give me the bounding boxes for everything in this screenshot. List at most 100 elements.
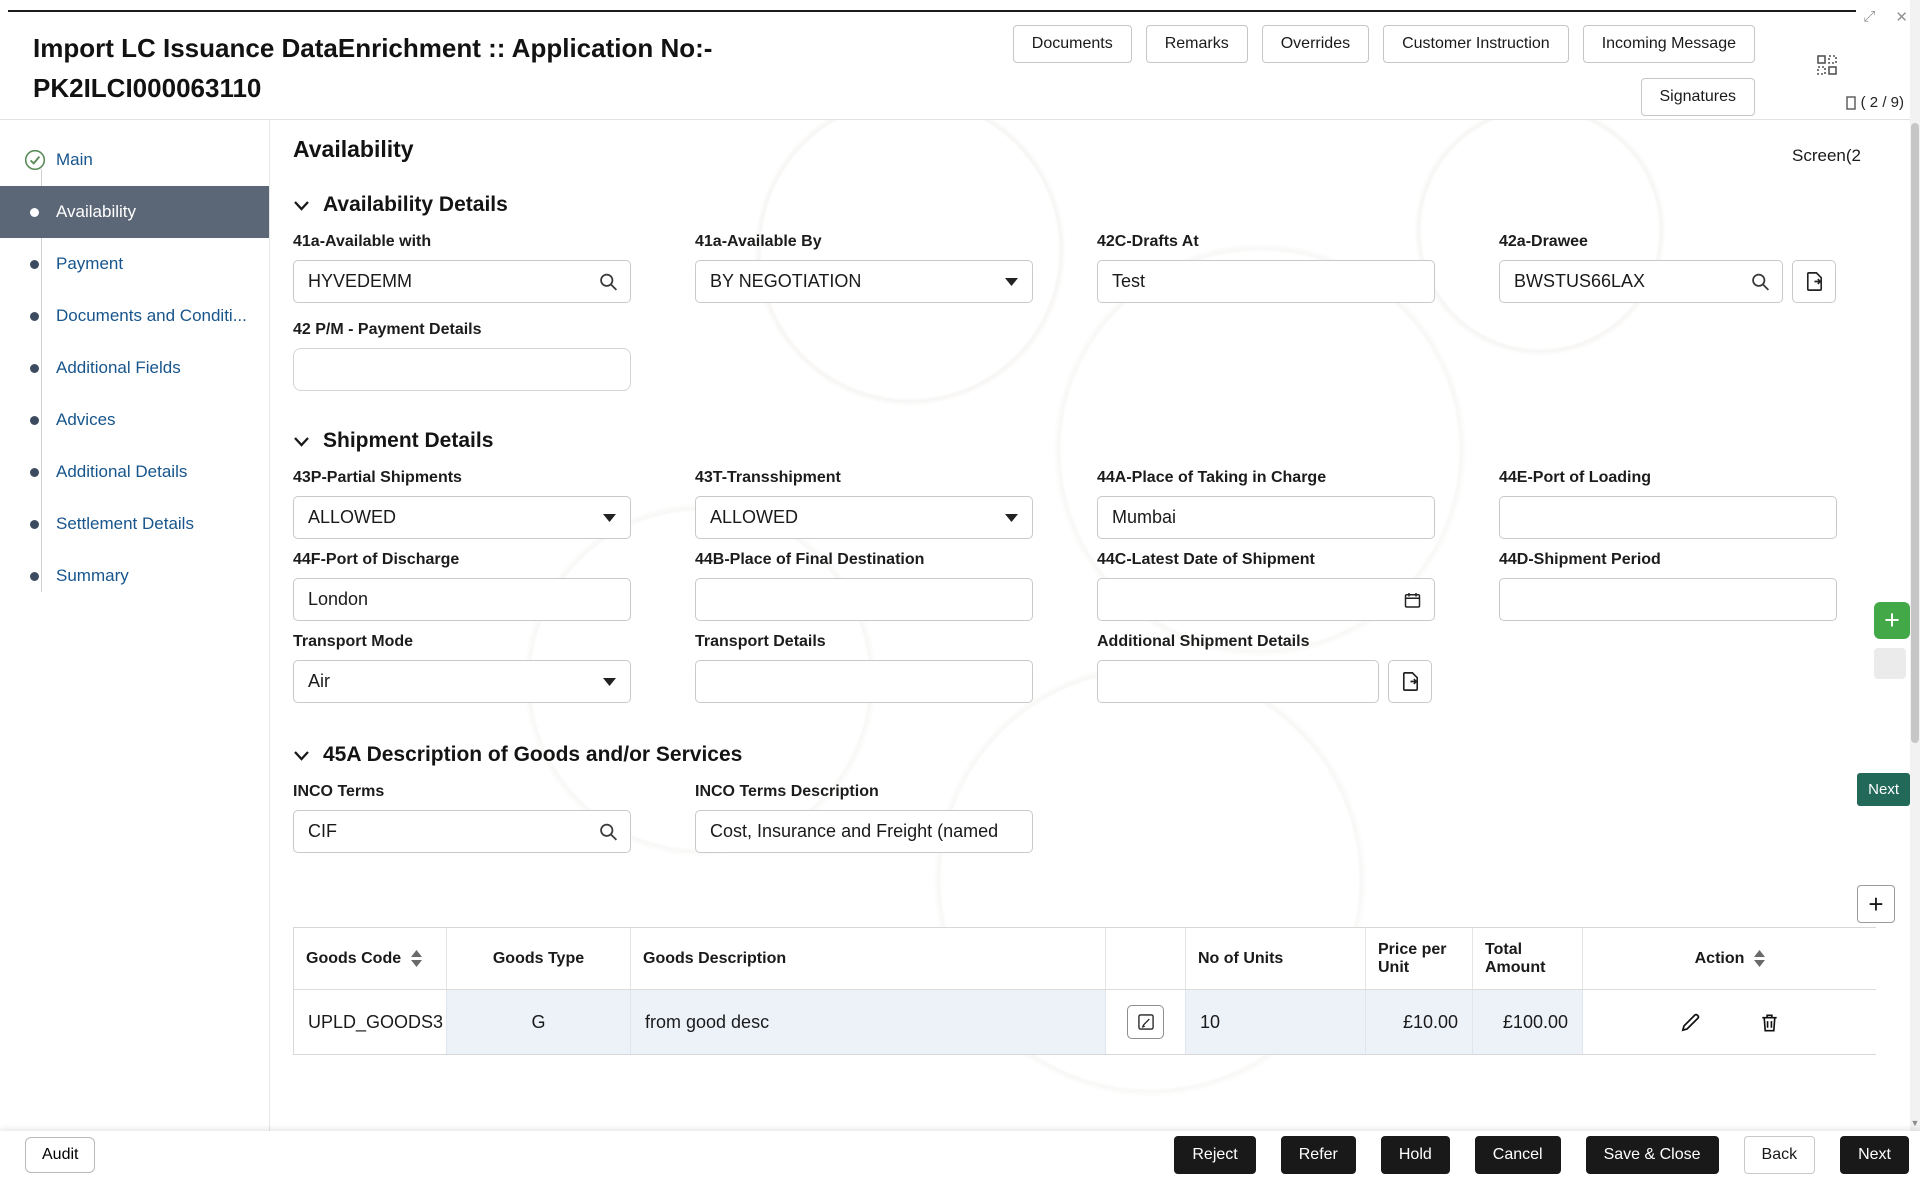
chevron-down-icon — [293, 200, 310, 211]
calendar-icon[interactable] — [1402, 589, 1423, 610]
available-with-label: 41a-Available with — [293, 233, 631, 251]
sidebar-item-main[interactable]: Main — [0, 134, 269, 186]
drafts-at-input[interactable] — [1097, 260, 1435, 303]
field-place-of-taking-in-charge: 44A-Place of Taking in Charge — [1097, 469, 1435, 539]
sidebar: Main Availability Payment Documents and … — [0, 120, 270, 1131]
additional-shipment-details-button[interactable] — [1388, 660, 1432, 703]
transport-details-input[interactable] — [695, 660, 1033, 703]
edit-description-button[interactable] — [1127, 1005, 1164, 1039]
transport-mode-select[interactable]: Air — [293, 660, 631, 703]
column-label: Goods Type — [493, 950, 584, 968]
add-goods-row-button[interactable]: + — [1857, 885, 1895, 923]
sidebar-item-label: Settlement Details — [56, 514, 194, 534]
overrides-button[interactable]: Overrides — [1262, 25, 1369, 63]
scrollbar-down-arrow-icon[interactable]: ▼ — [1910, 1117, 1920, 1129]
column-header-goods-code[interactable]: Goods Code — [294, 928, 447, 989]
signatures-button[interactable]: Signatures — [1641, 78, 1756, 116]
column-header-goods-type: Goods Type — [447, 928, 631, 989]
inco-terms-row: INCO Terms INCO Terms Description — [293, 783, 1910, 853]
add-floating-button[interactable]: + — [1874, 602, 1910, 639]
partial-shipments-select[interactable]: ALLOWED — [293, 496, 631, 539]
sort-icon[interactable] — [411, 950, 422, 967]
port-loading-input[interactable] — [1499, 496, 1837, 539]
sidebar-item-advices[interactable]: Advices — [0, 394, 269, 446]
sidebar-item-label: Additional Fields — [56, 358, 181, 378]
stage-pager-text: ( 2 / 9) — [1861, 94, 1904, 111]
final-destination-label: 44B-Place of Final Destination — [695, 551, 1033, 569]
port-discharge-input[interactable] — [293, 578, 631, 621]
sidebar-item-payment[interactable]: Payment — [0, 238, 269, 290]
step-dot-icon — [30, 312, 39, 321]
documents-button[interactable]: Documents — [1013, 25, 1132, 63]
floating-next-button[interactable]: Next — [1857, 773, 1910, 806]
remarks-button[interactable]: Remarks — [1146, 25, 1248, 63]
vertical-scrollbar[interactable]: ▼ — [1910, 0, 1920, 1131]
field-transport-details: Transport Details — [695, 633, 1033, 703]
sidebar-item-summary[interactable]: Summary — [0, 550, 269, 602]
collapsed-panel-handle[interactable] — [1874, 648, 1906, 679]
close-icon[interactable]: ✕ — [1895, 8, 1908, 26]
payment-details-input[interactable] — [293, 348, 631, 391]
sort-icon[interactable] — [1754, 950, 1765, 967]
taking-charge-input[interactable] — [1097, 496, 1435, 539]
cell-total-amount: £100.00 — [1473, 990, 1583, 1054]
chevron-down-icon — [1005, 514, 1018, 522]
refer-button[interactable]: Refer — [1281, 1136, 1356, 1174]
maximize-icon[interactable]: ⤢ — [1863, 8, 1875, 26]
section-title: Availability Details — [323, 193, 508, 217]
search-icon[interactable] — [598, 821, 619, 842]
cancel-button[interactable]: Cancel — [1475, 1136, 1561, 1174]
inco-desc-label: INCO Terms Description — [695, 783, 1033, 801]
delete-row-icon[interactable] — [1758, 1011, 1781, 1034]
section-header-availability-details[interactable]: Availability Details — [293, 193, 1910, 217]
audit-button[interactable]: Audit — [25, 1137, 95, 1173]
incoming-message-button[interactable]: Incoming Message — [1583, 25, 1755, 63]
edit-in-square-icon — [1136, 1012, 1156, 1032]
field-port-of-loading: 44E-Port of Loading — [1499, 469, 1837, 539]
field-transshipment: 43T-Transshipment ALLOWED — [695, 469, 1033, 539]
step-dot-icon — [30, 416, 39, 425]
field-inco-terms: INCO Terms — [293, 783, 631, 853]
sidebar-item-settlement-details[interactable]: Settlement Details — [0, 498, 269, 550]
drawee-details-button[interactable] — [1792, 260, 1836, 303]
inco-desc-input[interactable] — [695, 810, 1033, 853]
section-header-shipment-details[interactable]: Shipment Details — [293, 429, 1910, 453]
inco-terms-input[interactable] — [293, 810, 631, 853]
step-dot-icon — [30, 572, 39, 581]
scrollbar-thumb[interactable] — [1911, 123, 1919, 743]
available-with-input[interactable] — [293, 260, 631, 303]
section-header-goods-description[interactable]: 45A Description of Goods and/or Services — [293, 743, 1910, 767]
search-icon[interactable] — [1750, 271, 1771, 292]
cell-no-of-units: 10 — [1186, 990, 1366, 1054]
sidebar-item-additional-fields[interactable]: Additional Fields — [0, 342, 269, 394]
edit-row-icon[interactable] — [1679, 1011, 1702, 1034]
transshipment-select[interactable]: ALLOWED — [695, 496, 1033, 539]
apps-grid-icon[interactable] — [1816, 54, 1838, 81]
cell-goods-code: UPLD_GOODS3 — [294, 990, 447, 1054]
save-close-button[interactable]: Save & Close — [1586, 1136, 1719, 1174]
final-destination-input[interactable] — [695, 578, 1033, 621]
sidebar-item-documents-and-conditions[interactable]: Documents and Conditi... — [0, 290, 269, 342]
transport-mode-value: Air — [308, 671, 330, 692]
reject-button[interactable]: Reject — [1174, 1136, 1255, 1174]
available-by-select[interactable]: BY NEGOTIATION — [695, 260, 1033, 303]
transshipment-label: 43T-Transshipment — [695, 469, 1033, 487]
customer-instruction-button[interactable]: Customer Instruction — [1383, 25, 1569, 63]
back-button[interactable]: Back — [1744, 1136, 1816, 1174]
cell-goods-description: from good desc — [631, 990, 1106, 1054]
latest-shipment-date-input[interactable] — [1097, 578, 1435, 621]
drawee-input[interactable] — [1499, 260, 1783, 303]
next-button[interactable]: Next — [1840, 1136, 1909, 1174]
shipment-period-input[interactable] — [1499, 578, 1837, 621]
hold-button[interactable]: Hold — [1381, 1136, 1450, 1174]
additional-shipment-input[interactable] — [1097, 660, 1379, 703]
search-icon[interactable] — [598, 271, 619, 292]
field-partial-shipments: 43P-Partial Shipments ALLOWED — [293, 469, 631, 539]
column-label: No of Units — [1198, 950, 1283, 968]
sidebar-item-availability[interactable]: Availability — [0, 186, 269, 238]
header-action-bar-row2: Signatures — [1641, 78, 1756, 116]
cell-edit — [1106, 990, 1186, 1054]
shipment-period-label: 44D-Shipment Period — [1499, 551, 1837, 569]
sidebar-item-additional-details[interactable]: Additional Details — [0, 446, 269, 498]
column-header-action[interactable]: Action — [1583, 928, 1877, 989]
